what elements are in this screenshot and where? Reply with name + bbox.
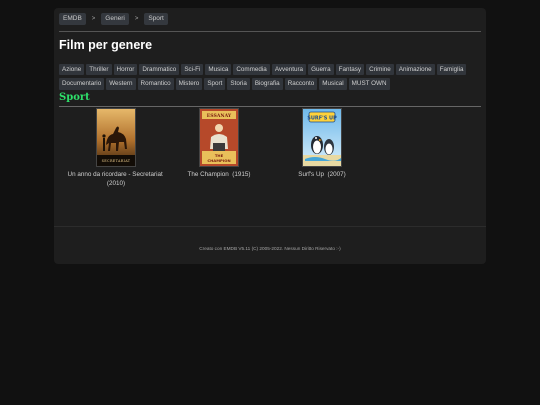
section-title: Sport bbox=[59, 92, 90, 103]
film-poster[interactable]: ESSANAY THE CHAMPION bbox=[199, 108, 239, 167]
film-title: Un anno da ricordare - Secretariat (2010… bbox=[67, 171, 163, 187]
footer-divider bbox=[54, 226, 486, 227]
film-poster[interactable]: SECRETARIAT bbox=[96, 108, 136, 167]
svg-text:SURF'S UP: SURF'S UP bbox=[307, 116, 337, 122]
film-card-secretariat[interactable]: SECRETARIAT Un anno da ricordare - Secre… bbox=[61, 108, 171, 188]
genre-guerra[interactable]: Guerra bbox=[308, 64, 334, 76]
genre-drammatico[interactable]: Drammatico bbox=[139, 64, 180, 76]
genre-mistero[interactable]: Mistero bbox=[175, 78, 203, 90]
svg-text:CHAMPION: CHAMPION bbox=[207, 158, 230, 163]
genre-crimine[interactable]: Crimine bbox=[366, 64, 394, 76]
svg-text:SECRETARIAT: SECRETARIAT bbox=[102, 159, 131, 163]
genre-storia[interactable]: Storia bbox=[227, 78, 250, 90]
footer-text: Creato con EMDB V5.11 (C) 2005-2022. Nes… bbox=[199, 246, 341, 251]
genre-avventura[interactable]: Avventura bbox=[271, 64, 307, 76]
film-title: Surf's Up (2007) bbox=[298, 171, 346, 178]
breadcrumb-separator: > bbox=[91, 16, 96, 22]
genre-must-own[interactable]: MUST OWN bbox=[348, 78, 390, 90]
main-panel: EMDB > Generi > Sport Film per genere Az… bbox=[54, 8, 486, 264]
poster-secretariat-image: SECRETARIAT bbox=[97, 109, 135, 166]
genre-commedia[interactable]: Commedia bbox=[233, 64, 270, 76]
genre-romantico[interactable]: Romantico bbox=[137, 78, 174, 90]
genre-western[interactable]: Western bbox=[106, 78, 136, 90]
film-title: The Champion (1915) bbox=[187, 171, 251, 178]
genre-azione[interactable]: Azione bbox=[59, 64, 85, 76]
genre-animazione[interactable]: Animazione bbox=[395, 64, 435, 76]
genre-horror[interactable]: Horror bbox=[113, 64, 138, 76]
film-card-surfs-up[interactable]: SURF'S UP Surf's Up (2007) bbox=[267, 108, 377, 180]
genre-biografia[interactable]: Biografia bbox=[251, 78, 283, 90]
genre-documentario[interactable]: Documentario bbox=[59, 78, 105, 90]
poster-surfs-up-image: SURF'S UP bbox=[303, 109, 341, 166]
breadcrumb-sport[interactable]: Sport bbox=[144, 12, 168, 26]
film-card-the-champion[interactable]: ESSANAY THE CHAMPION The Champion (1915) bbox=[164, 108, 274, 180]
genre-musica[interactable]: Musica bbox=[205, 64, 232, 76]
poster-the-champion-image: ESSANAY THE CHAMPION bbox=[200, 109, 238, 166]
breadcrumb: EMDB > Generi > Sport bbox=[59, 12, 168, 26]
breadcrumb-generi[interactable]: Generi bbox=[101, 12, 129, 26]
film-poster[interactable]: SURF'S UP bbox=[302, 108, 342, 167]
page-title: Film per genere bbox=[59, 38, 153, 52]
breadcrumb-emdb[interactable]: EMDB bbox=[59, 12, 86, 26]
genre-musical[interactable]: Musical bbox=[319, 78, 347, 90]
genre-racconto[interactable]: Racconto bbox=[284, 78, 318, 90]
genre-thriller[interactable]: Thriller bbox=[86, 64, 112, 76]
genre-famiglia[interactable]: Famiglia bbox=[436, 64, 467, 76]
header-divider bbox=[59, 31, 481, 32]
genre-sport[interactable]: Sport bbox=[204, 78, 226, 90]
genre-list: Azione Thriller Horror Drammatico Sci-Fi… bbox=[59, 64, 479, 90]
breadcrumb-separator: > bbox=[134, 16, 139, 22]
section-divider bbox=[59, 106, 481, 107]
svg-text:ESSANAY: ESSANAY bbox=[207, 113, 232, 119]
genre-fantasy[interactable]: Fantasy bbox=[335, 64, 365, 76]
genre-sci-fi[interactable]: Sci-Fi bbox=[181, 64, 204, 76]
